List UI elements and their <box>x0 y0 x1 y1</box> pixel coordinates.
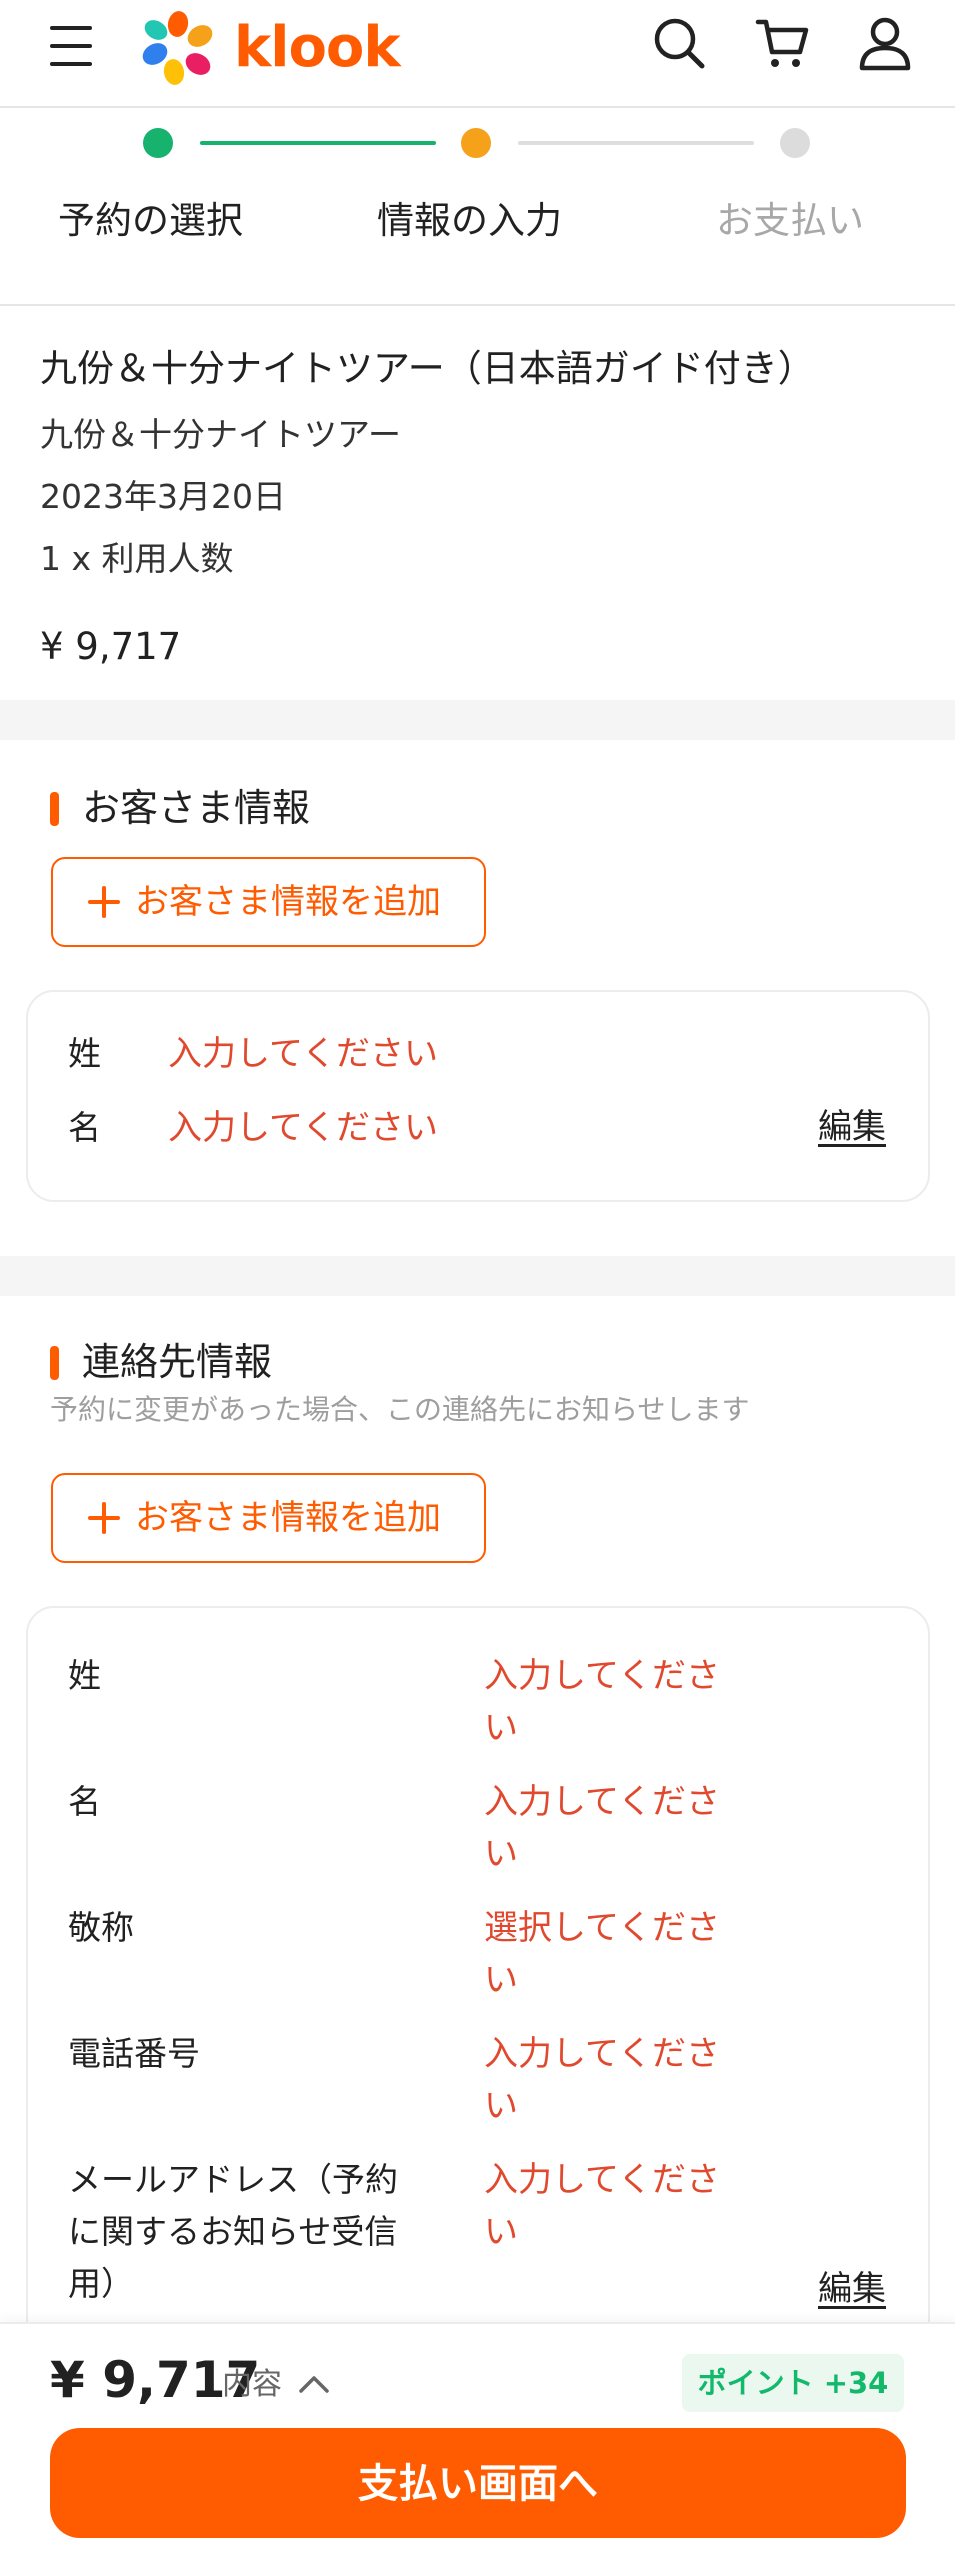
contact-card: 姓 入力してください 名 入力してください 敬称 選択してください 電話番号 入… <box>26 1606 930 2366</box>
contact-section-label: 連絡先情報 <box>82 1340 273 1384</box>
contact-title-select[interactable]: 選択してください <box>484 1902 740 2006</box>
package-name: 九份＆十分ナイトツアー <box>40 415 402 454</box>
traveler-section-label: お客さま情報 <box>82 786 311 830</box>
traveler-first-name-value[interactable]: 入力してください <box>168 1102 438 1154</box>
plus-icon <box>88 886 120 918</box>
traveler-card: 姓 入力してください 名 入力してください 編集 <box>26 990 930 1202</box>
contact-phone-label: 電話番号 <box>68 2034 200 2073</box>
chevron-up-icon <box>299 2376 329 2393</box>
user-icon[interactable] <box>856 14 914 72</box>
add-traveler-label: お客さま情報を追加 <box>135 882 441 922</box>
proceed-to-payment-button[interactable]: 支払い画面へ <box>50 2428 906 2538</box>
klook-logo[interactable]: klook <box>140 8 401 88</box>
contact-edit-link[interactable]: 編集 <box>818 2264 886 2314</box>
booking-quantity: 1 x 利用人数 <box>40 539 234 578</box>
step-connector <box>518 141 754 145</box>
contact-phone-value[interactable]: 入力してください <box>484 2028 740 2132</box>
section-accent-bar <box>50 792 59 826</box>
traveler-edit-link[interactable]: 編集 <box>818 1102 886 1152</box>
contact-last-name-value[interactable]: 入力してください <box>484 1650 740 1754</box>
contact-last-name-label: 姓 <box>68 1656 101 1695</box>
add-contact-label: お客さま情報を追加 <box>135 1498 441 1538</box>
booking-date: 2023年3月20日 <box>40 477 286 516</box>
search-icon[interactable] <box>650 14 708 72</box>
traveler-last-name-value[interactable]: 入力してください <box>168 1028 438 1080</box>
reward-points-badge: ポイント +34 <box>682 2354 904 2412</box>
booking-summary: 九份＆十分ナイトツアー（日本語ガイド付き） 九份＆十分ナイトツアー 2023年3… <box>0 304 955 700</box>
contact-section-hint: 予約に変更があった場合、この連絡先にお知らせします <box>50 1393 750 1426</box>
checkout-footer: ¥ 9,717 内容 ポイント +34 支払い画面へ <box>0 2322 955 2560</box>
add-contact-button[interactable]: お客さま情報を追加 <box>51 1473 486 1563</box>
traveler-first-name-label: 名 <box>68 1108 101 1147</box>
price-details-toggle[interactable]: 内容 <box>222 2362 329 2408</box>
contact-email-label: メールアドレス（予約に関するお知らせ受信用） <box>68 2160 398 2303</box>
step-connector <box>200 141 436 145</box>
step-3-indicator <box>780 128 810 158</box>
step-1-label: 予約の選択 <box>58 199 243 242</box>
activity-title: 九份＆十分ナイトツアー（日本語ガイド付き） <box>40 347 815 390</box>
contact-email-value[interactable]: 入力してください <box>484 2154 740 2258</box>
cart-icon[interactable] <box>754 14 812 72</box>
traveler-section-title: お客さま情報 <box>50 782 310 834</box>
contact-section-title: 連絡先情報 <box>50 1336 272 1388</box>
step-1-indicator <box>143 128 173 158</box>
step-2-label: 情報の入力 <box>377 199 562 242</box>
section-divider <box>0 700 955 740</box>
hamburger-menu-icon[interactable] <box>50 26 92 66</box>
checkout-progress: 予約の選択 情報の入力 お支払い <box>0 108 955 304</box>
step-3-label: お支払い <box>716 199 864 242</box>
contact-title-label: 敬称 <box>68 1908 134 1947</box>
plus-icon <box>88 1502 120 1534</box>
contact-first-name-value[interactable]: 入力してください <box>484 1776 740 1880</box>
add-traveler-button[interactable]: お客さま情報を追加 <box>51 857 486 947</box>
section-divider <box>0 1256 955 1296</box>
booking-price: ¥ 9,717 <box>40 625 182 668</box>
traveler-last-name-label: 姓 <box>68 1034 101 1073</box>
section-accent-bar <box>50 1346 59 1380</box>
klook-logo-mark <box>142 11 213 85</box>
step-2-indicator <box>461 128 491 158</box>
top-nav-bar: klook <box>0 0 955 108</box>
contact-first-name-label: 名 <box>68 1782 101 1821</box>
brand-name: klook <box>234 15 401 80</box>
price-details-label: 内容 <box>222 2367 282 2402</box>
